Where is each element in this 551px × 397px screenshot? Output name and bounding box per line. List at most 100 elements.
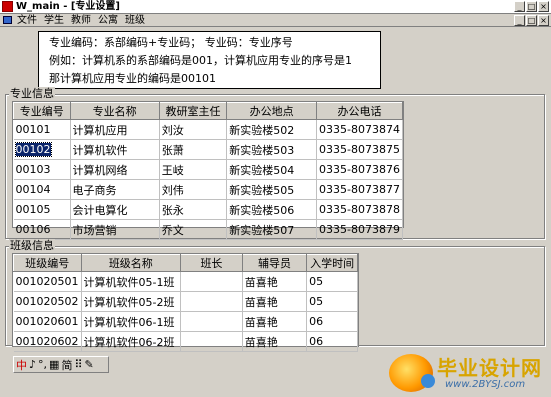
enroll-year-cell[interactable]: 05 [306, 271, 358, 292]
counselor-cell[interactable]: 苗喜艳 [242, 271, 308, 292]
settings-icon[interactable]: ✎ [85, 358, 94, 371]
director-cell[interactable]: 张永 [159, 199, 228, 220]
major-name-cell[interactable]: 计算机软件 [70, 139, 160, 160]
column-header[interactable]: 教研室主任 [158, 102, 228, 120]
table-row[interactable]: 00102 计算机软件 张萧 新实验楼503 0335-8073875 [13, 139, 403, 160]
coding-note: 专业编码：系部编码+专业码； 专业码：专业序号 例如：计算机系的系部编码是001… [38, 31, 381, 89]
enroll-year-cell[interactable]: 06 [306, 331, 358, 352]
keyboard-icon[interactable]: ▦ [49, 358, 59, 371]
column-header[interactable]: 专业编号 [13, 102, 71, 120]
ime-chinese-mode[interactable]: 中 [16, 357, 27, 373]
office-cell[interactable]: 新实验楼506 [226, 199, 318, 220]
phone-cell[interactable]: 0335-8073878 [316, 199, 403, 220]
phone-cell[interactable]: 0335-8073876 [316, 159, 403, 180]
major-code-cell[interactable]: 00101 [13, 119, 71, 140]
table-row[interactable]: 001020502 计算机软件05-2班 苗喜艳 05 [13, 291, 358, 312]
punctuation-icon[interactable]: °, [38, 358, 47, 371]
monitor-cell[interactable] [180, 291, 243, 312]
column-header[interactable]: 专业名称 [69, 102, 160, 120]
director-cell[interactable]: 张萧 [159, 139, 228, 160]
moon-icon[interactable]: ♪ [29, 358, 36, 371]
major-code-cell[interactable]: 00105 [13, 199, 71, 220]
major-code-cell[interactable]: 00103 [13, 159, 71, 180]
major-name-cell[interactable]: 市场营销 [70, 219, 160, 240]
director-cell[interactable]: 王岐 [159, 159, 228, 180]
enroll-year-cell[interactable]: 05 [306, 291, 358, 312]
major-code-cell[interactable]: 00106 [13, 219, 71, 240]
column-header[interactable]: 辅导员 [241, 254, 308, 272]
softkeyboard-icon[interactable]: ⠿ [74, 358, 82, 371]
director-cell[interactable]: 刘伟 [159, 179, 228, 200]
enroll-year-cell[interactable]: 06 [306, 311, 358, 332]
office-cell[interactable]: 新实验楼504 [226, 159, 318, 180]
table-row[interactable]: 00104 电子商务 刘伟 新实验楼505 0335-8073877 [13, 179, 403, 200]
close-button[interactable]: × [538, 1, 549, 12]
major-code-cell-selected[interactable]: 00102 [13, 139, 71, 160]
monitor-cell[interactable] [180, 311, 243, 332]
monitor-cell[interactable] [180, 271, 243, 292]
watermark-url: www.2BYSJ.com [445, 379, 526, 390]
phone-cell[interactable]: 0335-8073879 [316, 219, 403, 240]
class-name-cell[interactable]: 计算机软件05-1班 [81, 271, 182, 292]
counselor-cell[interactable]: 苗喜艳 [242, 311, 308, 332]
class-code-cell[interactable]: 001020601 [13, 311, 82, 332]
major-code-cell[interactable]: 00104 [13, 179, 71, 200]
menu-class[interactable]: 班级 [125, 14, 145, 27]
table-row[interactable]: 00103 计算机网络 王岐 新实验楼504 0335-8073876 [13, 159, 403, 180]
table-row[interactable]: 00106 市场营销 乔文 新实验楼507 0335-8073879 [13, 219, 403, 240]
major-name-cell[interactable]: 电子商务 [70, 179, 160, 200]
column-header[interactable]: 班长 [180, 254, 243, 272]
selected-text[interactable]: 00102 [14, 142, 52, 157]
class-name-cell[interactable]: 计算机软件06-2班 [81, 331, 182, 352]
mdi-close-button[interactable]: × [538, 15, 549, 26]
column-header[interactable]: 入学时间 [306, 254, 358, 272]
table-row[interactable]: 00105 会计电算化 张永 新实验楼506 0335-8073878 [13, 199, 403, 220]
window-controls: _ □ × [514, 1, 549, 12]
table-row[interactable]: 00101 计算机应用 刘汝 新实验楼502 0335-8073874 [13, 119, 403, 140]
menu-file[interactable]: 文件 [17, 14, 37, 27]
minimize-button[interactable]: _ [514, 1, 525, 12]
major-name-cell[interactable]: 计算机网络 [70, 159, 160, 180]
maximize-button[interactable]: □ [526, 1, 537, 12]
director-cell[interactable]: 乔文 [159, 219, 228, 240]
class-table[interactable]: 班级编号 班级名称 班长 辅导员 入学时间 001020501 计算机软件05-… [12, 253, 359, 352]
window-titlebar: W_main - [专业设置] _ □ × [0, 0, 551, 14]
office-cell[interactable]: 新实验楼505 [226, 179, 318, 200]
counselor-cell[interactable]: 苗喜艳 [242, 331, 308, 352]
menu-dormitory[interactable]: 公寓 [98, 14, 118, 27]
director-cell[interactable]: 刘汝 [159, 119, 228, 140]
phone-cell[interactable]: 0335-8073875 [316, 139, 403, 160]
mdi-restore-button[interactable]: □ [526, 15, 537, 26]
column-header[interactable]: 班级编号 [13, 254, 82, 272]
phone-cell[interactable]: 0335-8073877 [316, 179, 403, 200]
column-header[interactable]: 班级名称 [80, 254, 182, 272]
office-cell[interactable]: 新实验楼502 [226, 119, 318, 140]
ime-simplified[interactable]: 简 [61, 357, 72, 373]
major-name-cell[interactable]: 计算机应用 [70, 119, 160, 140]
mdi-minimize-button[interactable]: _ [514, 15, 525, 26]
table-row[interactable]: 001020601 计算机软件06-1班 苗喜艳 06 [13, 311, 358, 332]
class-name-cell[interactable]: 计算机软件06-1班 [81, 311, 182, 332]
menu-student[interactable]: 学生 [44, 14, 64, 27]
column-header[interactable]: 办公电话 [316, 102, 403, 120]
table-row[interactable]: 001020501 计算机软件05-1班 苗喜艳 05 [13, 271, 358, 292]
table-row[interactable]: 001020602 计算机软件06-2班 苗喜艳 06 [13, 331, 358, 352]
major-name-cell[interactable]: 会计电算化 [70, 199, 160, 220]
monitor-cell[interactable] [180, 331, 243, 352]
class-code-cell[interactable]: 001020501 [13, 271, 82, 292]
major-table[interactable]: 专业编号 专业名称 教研室主任 办公地点 办公电话 00101 计算机应用 刘汝… [12, 101, 404, 240]
menu-teacher[interactable]: 教师 [71, 14, 91, 27]
class-info-label: 班级信息 [9, 239, 55, 252]
document-icon[interactable] [3, 16, 12, 24]
ime-toolbar: 中 ♪ °, ▦ 简 ⠿ ✎ [13, 356, 109, 373]
office-cell[interactable]: 新实验楼503 [226, 139, 318, 160]
class-name-cell[interactable]: 计算机软件05-2班 [81, 291, 182, 312]
phone-cell[interactable]: 0335-8073874 [316, 119, 403, 140]
counselor-cell[interactable]: 苗喜艳 [242, 291, 308, 312]
class-code-cell[interactable]: 001020502 [13, 291, 82, 312]
note-line: 那计算机应用专业的编码是00101 [49, 72, 216, 85]
class-code-cell[interactable]: 001020602 [13, 331, 82, 352]
mdi-controls: _ □ × [514, 15, 549, 26]
column-header[interactable]: 办公地点 [226, 102, 318, 120]
office-cell[interactable]: 新实验楼507 [226, 219, 318, 240]
